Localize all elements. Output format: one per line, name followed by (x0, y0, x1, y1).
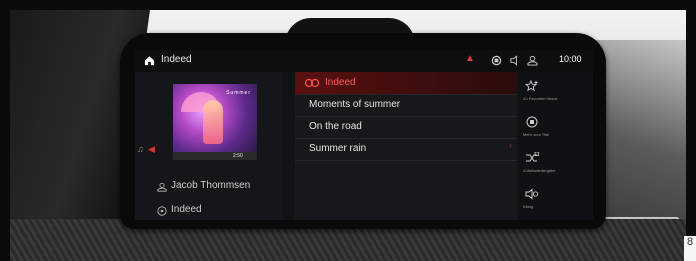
connection-icon (491, 55, 502, 66)
action-label: Zu Favoriten hinzuf. (523, 96, 559, 101)
artist-name[interactable]: Jacob Thommsen (171, 180, 250, 191)
list-item[interactable]: Moments of summer (295, 94, 517, 117)
status-bar: Indeed ▲ 10:00 (135, 50, 593, 72)
album-cover[interactable]: Summer 2:50 (173, 84, 257, 160)
speaker-icon (525, 188, 539, 200)
chevron-right-icon[interactable]: › (509, 140, 512, 150)
home-icon[interactable] (144, 55, 155, 66)
progress-bar[interactable] (173, 152, 257, 160)
action-column: Zu Favoriten hinzuf. Mehr zum Titel Zufa… (519, 72, 593, 220)
action-label: Klang (523, 204, 534, 209)
track-info-button[interactable]: Mehr zum Titel (519, 110, 593, 146)
page-number: 8 (684, 236, 696, 261)
chevron-left-icon[interactable]: ◀ (148, 144, 155, 155)
track-list: Indeed Moments of summer On the road Sum… (295, 72, 517, 220)
user-profile-icon[interactable] (527, 55, 538, 66)
action-label: Zufallswiedergabe (523, 168, 556, 173)
list-item[interactable]: Indeed (295, 72, 517, 95)
album-art-figure (203, 100, 223, 144)
infotainment-screen: Indeed ▲ 10:00 ♫ ◀ Summer 2:50 Jacob Tho… (135, 50, 593, 220)
chevron-up-icon[interactable]: ▲ (465, 53, 475, 64)
shuffle-icon (526, 152, 539, 162)
source-icon (157, 206, 167, 216)
album-art-title: Summer (226, 90, 251, 96)
screen-title: Indeed (161, 54, 192, 65)
list-item[interactable]: Summer rain (295, 138, 517, 161)
favorite-star-icon (525, 80, 538, 92)
track-time: 2:50 (233, 153, 243, 159)
speaker-icon (510, 55, 517, 66)
shuffle-button[interactable]: Zufallswiedergabe (519, 146, 593, 182)
track-title: Indeed (325, 77, 356, 88)
action-label: Mehr zum Titel (523, 132, 550, 137)
music-note-icon: ♫ (137, 144, 144, 154)
source-name[interactable]: Indeed (171, 204, 202, 215)
track-title: Moments of summer (309, 99, 401, 110)
track-title: On the road (309, 121, 362, 132)
playing-icon (305, 78, 319, 88)
add-favorite-button[interactable]: Zu Favoriten hinzuf. (519, 74, 593, 110)
list-item[interactable]: On the road (295, 116, 517, 139)
now-playing-panel: ♫ ◀ Summer 2:50 Jacob Thommsen Indeed (135, 72, 283, 220)
track-title: Summer rain (309, 143, 367, 154)
artist-icon (157, 182, 167, 192)
sound-button[interactable]: Klang (519, 182, 593, 218)
clock: 10:00 (559, 54, 582, 64)
info-icon (526, 116, 538, 128)
